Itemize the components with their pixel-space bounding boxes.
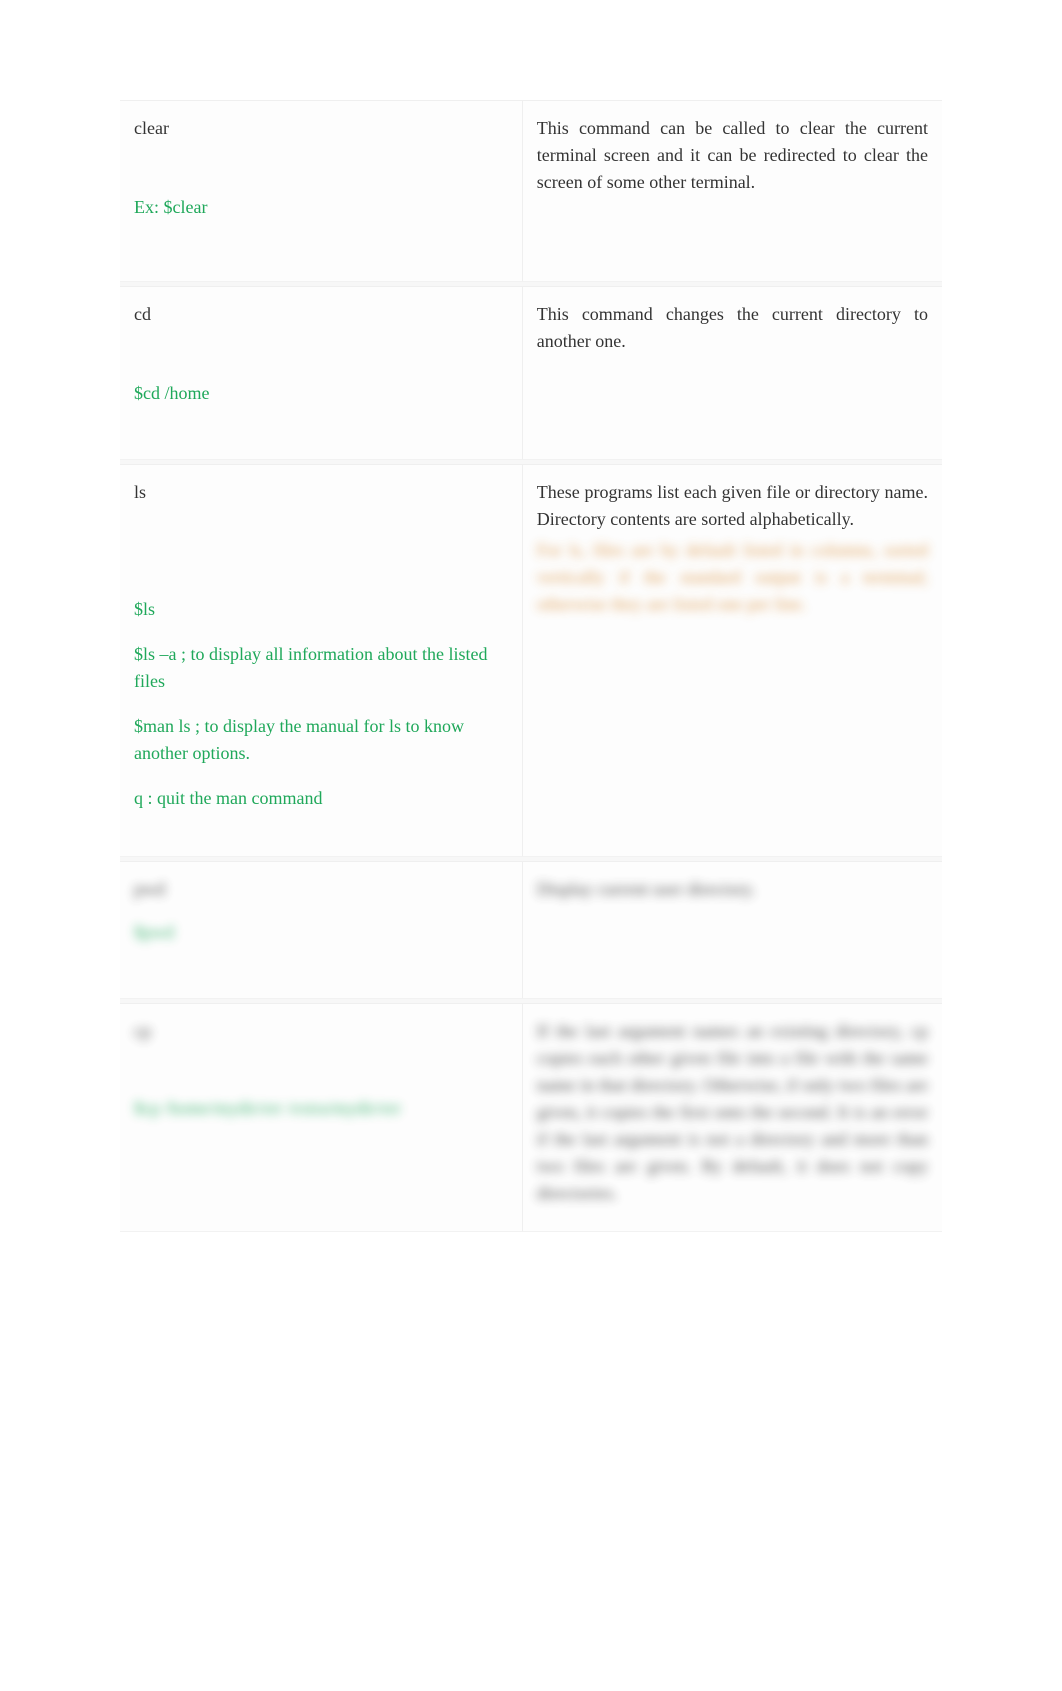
table-row: cd $cd /home This command changes the cu… <box>120 286 942 460</box>
command-example: $cd /home <box>134 380 508 407</box>
blurred-description: For ls, files are by default listed in c… <box>537 537 928 618</box>
description-cell: This command changes the current directo… <box>523 286 942 460</box>
command-cell: pwd $pwd <box>120 861 523 999</box>
command-example: $ls –a ; to display all information abou… <box>134 641 508 695</box>
command-example-blurred: $cp /home/mydir/err /extra/mydir/err <box>134 1095 508 1122</box>
command-description-blurred: If the last argument names an existing d… <box>537 1018 928 1207</box>
table-row: pwd $pwd Display current user directory. <box>120 861 942 999</box>
command-cell: cd $cd /home <box>120 286 523 460</box>
command-description: This command can be called to clear the … <box>537 115 928 196</box>
command-example: Ex: $clear <box>134 194 508 221</box>
command-cell: clear Ex: $clear <box>120 100 523 282</box>
description-cell: This command can be called to clear the … <box>523 100 942 282</box>
command-name-blurred: pwd <box>134 876 508 903</box>
command-name: clear <box>134 115 508 142</box>
command-name: ls <box>134 479 508 506</box>
command-description-blurred: Display current user directory. <box>537 876 928 903</box>
command-example: q : quit the man command <box>134 785 508 812</box>
description-cell: These programs list each given file or d… <box>523 464 942 857</box>
command-reference-table: clear Ex: $clear This command can be cal… <box>120 100 942 1232</box>
table-row: clear Ex: $clear This command can be cal… <box>120 100 942 282</box>
description-cell: If the last argument names an existing d… <box>523 1003 942 1232</box>
command-cell: cp $cp /home/mydir/err /extra/mydir/err <box>120 1003 523 1232</box>
command-description: This command changes the current directo… <box>537 301 928 355</box>
command-example-blurred: $pwd <box>134 919 508 946</box>
command-example: $man ls ; to display the manual for ls t… <box>134 713 508 767</box>
table-row: ls $ls $ls –a ; to display all informati… <box>120 464 942 857</box>
command-name-blurred: cp <box>134 1018 508 1045</box>
command-name: cd <box>134 301 508 328</box>
table-row: cp $cp /home/mydir/err /extra/mydir/err … <box>120 1003 942 1232</box>
command-description: These programs list each given file or d… <box>537 479 928 533</box>
command-example: $ls <box>134 596 508 623</box>
command-cell: ls $ls $ls –a ; to display all informati… <box>120 464 523 857</box>
description-cell: Display current user directory. <box>523 861 942 999</box>
